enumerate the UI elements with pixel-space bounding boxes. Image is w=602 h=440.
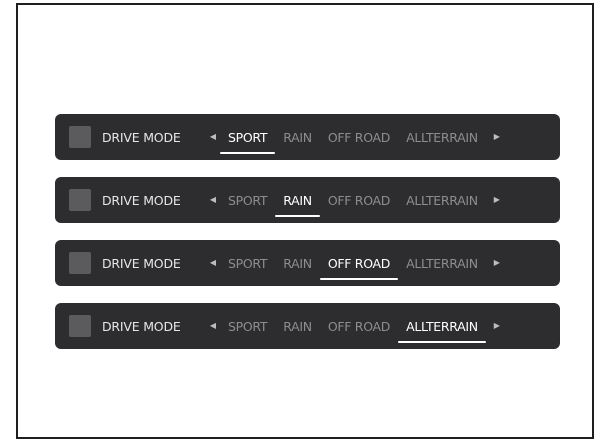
mode-icon-placeholder bbox=[69, 315, 91, 337]
chevron-right-icon[interactable]: ▶ bbox=[490, 259, 504, 267]
mode-option-sport[interactable]: SPORT bbox=[220, 240, 275, 286]
drive-mode-bar-off-road: DRIVE MODE ◀ SPORT RAIN OFF ROAD ALLTERR… bbox=[55, 240, 560, 286]
chevron-left-icon[interactable]: ◀ bbox=[206, 322, 220, 330]
drive-mode-label: DRIVE MODE bbox=[102, 255, 181, 271]
drive-mode-label: DRIVE MODE bbox=[102, 318, 181, 334]
mode-icon-placeholder bbox=[69, 126, 91, 148]
chevron-left-icon[interactable]: ◀ bbox=[206, 133, 220, 141]
mode-option-off-road[interactable]: OFF ROAD bbox=[319, 240, 399, 286]
chevron-right-icon[interactable]: ▶ bbox=[490, 322, 504, 330]
mode-options: SPORT RAIN OFF ROAD ALLTERRAIN bbox=[220, 177, 486, 223]
mode-option-rain[interactable]: RAIN bbox=[275, 177, 320, 223]
chevron-left-icon[interactable]: ◀ bbox=[206, 196, 220, 204]
mode-option-sport[interactable]: SPORT bbox=[220, 114, 276, 160]
mode-option-allterrain[interactable]: ALLTERRAIN bbox=[398, 240, 486, 286]
drive-mode-label: DRIVE MODE bbox=[102, 192, 181, 208]
mode-option-off-road[interactable]: OFF ROAD bbox=[320, 114, 398, 160]
mode-options: SPORT RAIN OFF ROAD ALLTERRAIN bbox=[220, 114, 486, 160]
drive-mode-label: DRIVE MODE bbox=[102, 129, 181, 145]
mode-icon-placeholder bbox=[69, 189, 91, 211]
drive-mode-bar-sport: DRIVE MODE ◀ SPORT RAIN OFF ROAD ALLTERR… bbox=[55, 114, 560, 160]
mode-option-rain[interactable]: RAIN bbox=[275, 303, 320, 349]
mode-option-sport[interactable]: SPORT bbox=[220, 177, 275, 223]
chevron-left-icon[interactable]: ◀ bbox=[206, 259, 220, 267]
chevron-right-icon[interactable]: ▶ bbox=[490, 133, 504, 141]
drive-mode-bar-allterrain: DRIVE MODE ◀ SPORT RAIN OFF ROAD ALLTERR… bbox=[55, 303, 560, 349]
chevron-right-icon[interactable]: ▶ bbox=[490, 196, 504, 204]
mode-options: SPORT RAIN OFF ROAD ALLTERRAIN bbox=[220, 240, 486, 286]
mode-option-allterrain[interactable]: ALLTERRAIN bbox=[398, 114, 486, 160]
mode-option-allterrain[interactable]: ALLTERRAIN bbox=[398, 303, 486, 349]
mode-option-rain[interactable]: RAIN bbox=[275, 240, 320, 286]
mode-options: SPORT RAIN OFF ROAD ALLTERRAIN bbox=[220, 303, 486, 349]
mode-option-sport[interactable]: SPORT bbox=[220, 303, 275, 349]
drive-mode-bar-rain: DRIVE MODE ◀ SPORT RAIN OFF ROAD ALLTERR… bbox=[55, 177, 560, 223]
mode-option-off-road[interactable]: OFF ROAD bbox=[320, 177, 398, 223]
mode-icon-placeholder bbox=[69, 252, 91, 274]
mode-option-allterrain[interactable]: ALLTERRAIN bbox=[398, 177, 486, 223]
mode-option-off-road[interactable]: OFF ROAD bbox=[320, 303, 398, 349]
mode-option-rain[interactable]: RAIN bbox=[275, 114, 320, 160]
